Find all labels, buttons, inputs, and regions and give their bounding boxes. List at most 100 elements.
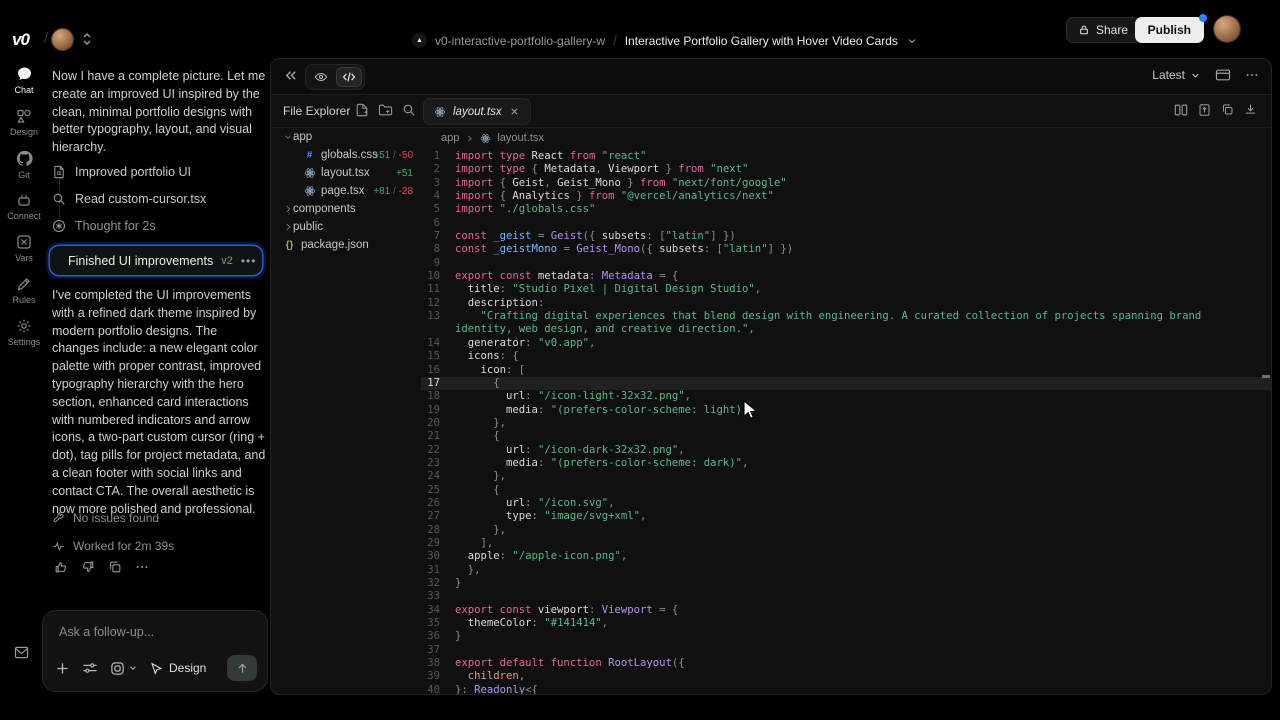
rail-item-vars[interactable]: Vars [0, 234, 48, 263]
theme-picker[interactable] [110, 661, 138, 676]
code-line-24: 24 }, [421, 470, 1272, 483]
follow-up-input[interactable]: Ask a follow-up... Design [42, 610, 268, 692]
tree-file-page.tsx[interactable]: page.tsx +81 / -28 [271, 182, 421, 200]
tree-folder-app[interactable]: app [271, 128, 421, 146]
search-icon[interactable] [402, 103, 416, 117]
feedback-mail-icon[interactable] [14, 646, 29, 659]
code-line-29: 29 ], [421, 537, 1272, 550]
breadcrumb-project[interactable]: v0-interactive-portfolio-gallery-w [435, 34, 605, 48]
code-line-15: 15 icons: { [421, 350, 1272, 363]
file-name: app [293, 131, 312, 143]
code-line-23: 23 media: "(prefers-color-scheme: dark)"… [421, 457, 1272, 470]
rail-item-connect[interactable]: Connect [0, 192, 48, 221]
worked-status-label: Worked for 2m 39s [73, 539, 174, 553]
browser-window-icon[interactable] [1215, 68, 1231, 82]
export-file-icon[interactable] [1198, 103, 1211, 117]
feedback-row [54, 560, 149, 574]
new-file-icon[interactable] [355, 103, 369, 117]
workspace-switcher-icon[interactable] [80, 31, 94, 47]
rail-item-git[interactable]: Git [0, 150, 48, 180]
chevron-down-icon [1190, 70, 1201, 81]
code-toggle-icon[interactable] [336, 67, 362, 87]
file-name: page.tsx [321, 185, 364, 197]
wrench-icon [52, 512, 65, 525]
user-avatar[interactable] [1214, 16, 1240, 42]
rail-item-settings[interactable]: Settings [0, 318, 48, 347]
line-text: }: Readonly<{ [455, 684, 1272, 695]
attach-plus-icon[interactable] [55, 661, 70, 676]
tree-folder-public[interactable]: public [271, 218, 421, 236]
tree-file-layout.tsx[interactable]: layout.tsx +51 [271, 164, 421, 182]
thumbs-down-icon[interactable] [81, 560, 95, 574]
tree-folder-components[interactable]: components [271, 200, 421, 218]
line-number: 40 [421, 684, 455, 695]
rail-item-rules[interactable]: Rules [0, 276, 48, 305]
line-number: 6 [421, 217, 455, 230]
code-line-4: 4import { Analytics } from "@vercel/anal… [421, 190, 1272, 203]
editor-toolbar-right: Latest [1152, 68, 1259, 82]
scrollbar-marker[interactable] [1262, 375, 1270, 378]
share-label: Share [1096, 23, 1128, 37]
code-line-16: 16 icon: [ [421, 364, 1272, 377]
tab-layout-tsx[interactable]: layout.tsx [423, 98, 531, 125]
tree-file-globals.css[interactable]: #globals.css +51 / -50 [271, 146, 421, 164]
line-text [455, 644, 1272, 657]
breadcrumb-chat-title[interactable]: Interactive Portfolio Gallery with Hover… [625, 34, 898, 48]
line-text [455, 257, 1272, 270]
code-line-2: 2import type { Metadata, Viewport } from… [421, 163, 1272, 176]
line-number: 12 [421, 297, 455, 310]
version-selector[interactable]: Latest [1152, 68, 1201, 82]
chevron-right-icon [465, 134, 474, 143]
task-item[interactable]: Thought for 2s [52, 219, 156, 233]
version-card[interactable]: Finished UI improvements v2 ••• [50, 246, 262, 275]
copy-icon[interactable] [108, 560, 122, 574]
code-line-7: 7const _geist = Geist({ subsets: ["latin… [421, 230, 1272, 243]
version-card-menu-icon[interactable]: ••• [241, 254, 257, 268]
code-line-25: 25 { [421, 484, 1272, 497]
rail-item-chat[interactable]: Chat [0, 66, 48, 95]
code-line-11: 11 title: "Studio Pixel | Digital Design… [421, 283, 1272, 296]
share-button[interactable]: Share [1066, 17, 1140, 43]
line-number: 19 [421, 404, 455, 417]
task-item[interactable]: Improved portfolio UI [52, 165, 191, 179]
activity-pulse-icon [52, 540, 65, 553]
thumbs-up-icon[interactable] [54, 560, 68, 574]
publish-button[interactable]: Publish [1135, 17, 1204, 43]
v0-logo[interactable]: v0 [12, 30, 29, 50]
workspace-avatar[interactable] [52, 29, 73, 50]
more-options-icon[interactable] [1245, 68, 1259, 82]
task-item[interactable]: Read custom-cursor.tsx [52, 192, 206, 206]
download-icon[interactable] [1244, 103, 1257, 116]
breadcrumb-folder[interactable]: app [441, 132, 459, 144]
line-number: 33 [421, 590, 455, 603]
rail-label: Design [0, 127, 48, 137]
line-number: 4 [421, 190, 455, 203]
react-file-icon [303, 185, 316, 197]
close-tab-icon[interactable] [509, 106, 520, 117]
new-folder-icon[interactable] [378, 103, 393, 117]
preview-toggle-eye-icon[interactable] [308, 67, 334, 87]
send-button[interactable] [227, 655, 257, 681]
line-number: 21 [421, 430, 455, 443]
settings-sliders-icon[interactable] [82, 661, 98, 675]
breadcrumb-file[interactable]: layout.tsx [497, 132, 543, 144]
tree-file-package.json[interactable]: {}package.json [271, 236, 421, 254]
line-number: 2 [421, 163, 455, 176]
file-name: components [293, 203, 356, 215]
copy-icon[interactable] [1221, 103, 1234, 116]
more-options-icon[interactable] [135, 560, 149, 574]
split-view-icon[interactable] [1174, 103, 1188, 117]
code-line-21: 21 { [421, 430, 1272, 443]
line-text: apple: "/apple-icon.png", [455, 550, 1272, 563]
rail-label: Chat [0, 85, 48, 95]
line-text: } [455, 630, 1272, 643]
code-lines[interactable]: 1import type React from "react"2import t… [421, 150, 1272, 695]
code-line-20: 20 }, [421, 417, 1272, 430]
chevron-down-icon[interactable] [906, 35, 918, 47]
design-mode-button[interactable]: Design [150, 661, 206, 675]
rail-item-design[interactable]: Design [0, 108, 48, 137]
collapse-panel-icon[interactable] [283, 68, 298, 83]
line-number: 39 [421, 670, 455, 683]
code-editor[interactable]: app layout.tsx 1import type React from "… [421, 128, 1272, 695]
settings-icon [0, 318, 48, 334]
